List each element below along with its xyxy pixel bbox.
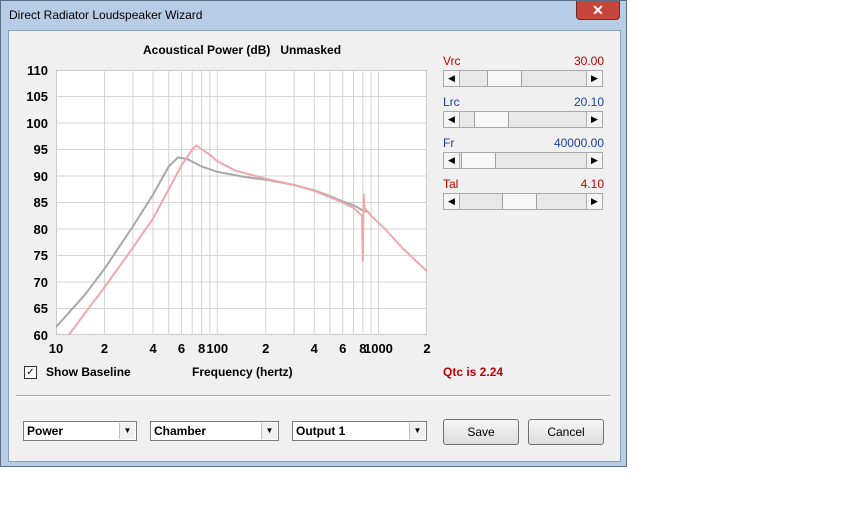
scroll-right-arrow-icon[interactable]: ▶ bbox=[586, 71, 602, 86]
y-tick-label: 80 bbox=[33, 222, 48, 237]
scroll-left-arrow-icon[interactable]: ◀ bbox=[444, 71, 460, 86]
fr-scrollbar[interactable]: ◀ ▶ bbox=[443, 152, 603, 169]
scroll-left-arrow-icon[interactable]: ◀ bbox=[444, 153, 460, 168]
param-tal-label: Tal bbox=[443, 177, 459, 191]
param-lrc-label: Lrc bbox=[443, 95, 460, 109]
x-tick-label: 2 bbox=[262, 341, 270, 356]
tal-scroll-thumb[interactable] bbox=[501, 194, 537, 209]
y-tick-label: 90 bbox=[33, 169, 48, 184]
scroll-right-arrow-icon[interactable]: ▶ bbox=[586, 153, 602, 168]
x-tick-label: 10 bbox=[48, 341, 64, 356]
separator bbox=[16, 395, 610, 397]
param-fr-label: Fr bbox=[443, 136, 455, 150]
x-tick-label: 6 bbox=[339, 341, 347, 356]
x-tick-label: 4 bbox=[149, 341, 157, 356]
lrc-scrollbar[interactable]: ◀ ▶ bbox=[443, 111, 603, 128]
y-tick-label: 70 bbox=[33, 275, 48, 290]
plot-type-value: Power bbox=[27, 424, 64, 438]
tal-scrollbar[interactable]: ◀ ▶ bbox=[443, 193, 603, 210]
show-baseline-checkbox[interactable]: ✓ bbox=[24, 366, 37, 379]
frequency-response-plot bbox=[56, 70, 427, 335]
cancel-button-label: Cancel bbox=[547, 425, 585, 439]
lrc-scroll-thumb[interactable] bbox=[473, 112, 509, 127]
param-vrc-label: Vrc bbox=[443, 54, 461, 68]
x-tick-label: 2 bbox=[100, 341, 109, 356]
x-tick-label: 100 bbox=[206, 341, 229, 356]
enclosure-value: Chamber bbox=[154, 424, 207, 438]
y-tick-label: 65 bbox=[33, 301, 48, 316]
y-tick-label: 60 bbox=[33, 328, 48, 343]
vrc-scrollbar[interactable]: ◀ ▶ bbox=[443, 70, 603, 87]
y-tick-label: 85 bbox=[33, 195, 48, 210]
param-tal-value: 4.10 bbox=[580, 177, 604, 191]
scroll-left-arrow-icon[interactable]: ◀ bbox=[444, 112, 460, 127]
scroll-right-arrow-icon[interactable]: ▶ bbox=[586, 194, 602, 209]
close-button[interactable]: ✕ bbox=[576, 1, 620, 20]
window-title: Direct Radiator Loudspeaker Wizard bbox=[9, 8, 203, 22]
vrc-scroll-thumb[interactable] bbox=[486, 71, 522, 86]
plot-type-dropdown[interactable]: Power ▼ bbox=[23, 421, 137, 441]
chevron-down-icon[interactable]: ▼ bbox=[119, 423, 135, 439]
fr-scroll-thumb[interactable] bbox=[460, 153, 496, 168]
save-button[interactable]: Save bbox=[443, 419, 519, 445]
output-dropdown[interactable]: Output 1 ▼ bbox=[292, 421, 427, 441]
chevron-down-icon[interactable]: ▼ bbox=[261, 423, 277, 439]
x-tick-label: 8 bbox=[197, 341, 206, 356]
x-tick-label: 1000 bbox=[363, 341, 393, 356]
x-tick-label: 6 bbox=[177, 341, 186, 356]
x-tick-label: 2 bbox=[423, 341, 431, 356]
y-tick-label: 105 bbox=[26, 89, 48, 104]
y-tick-label: 110 bbox=[27, 63, 48, 78]
y-tick-label: 95 bbox=[33, 142, 48, 157]
save-button-label: Save bbox=[467, 425, 495, 439]
param-vrc-value: 30.00 bbox=[573, 54, 604, 68]
scroll-right-arrow-icon[interactable]: ▶ bbox=[586, 112, 602, 127]
chevron-down-icon[interactable]: ▼ bbox=[409, 423, 425, 439]
param-lrc-value: 20.10 bbox=[573, 95, 604, 109]
cancel-button[interactable]: Cancel bbox=[528, 419, 604, 445]
title-bar[interactable]: Direct Radiator Loudspeaker Wizard ✕ bbox=[1, 1, 626, 29]
x-axis-label: Frequency (hertz) bbox=[192, 365, 293, 379]
y-tick-label: 100 bbox=[26, 116, 48, 131]
x-tick-label: 4 bbox=[310, 341, 318, 356]
y-tick-label: 75 bbox=[33, 248, 48, 263]
chart-title: Acoustical Power (dB) Unmasked bbox=[143, 43, 342, 57]
show-baseline-label[interactable]: Show Baseline bbox=[46, 365, 131, 379]
param-fr-value: 40000.00 bbox=[553, 136, 604, 150]
scroll-left-arrow-icon[interactable]: ◀ bbox=[444, 194, 460, 209]
enclosure-dropdown[interactable]: Chamber ▼ bbox=[150, 421, 279, 441]
qtc-readout: Qtc is 2.24 bbox=[443, 365, 504, 379]
output-value: Output 1 bbox=[296, 424, 346, 438]
